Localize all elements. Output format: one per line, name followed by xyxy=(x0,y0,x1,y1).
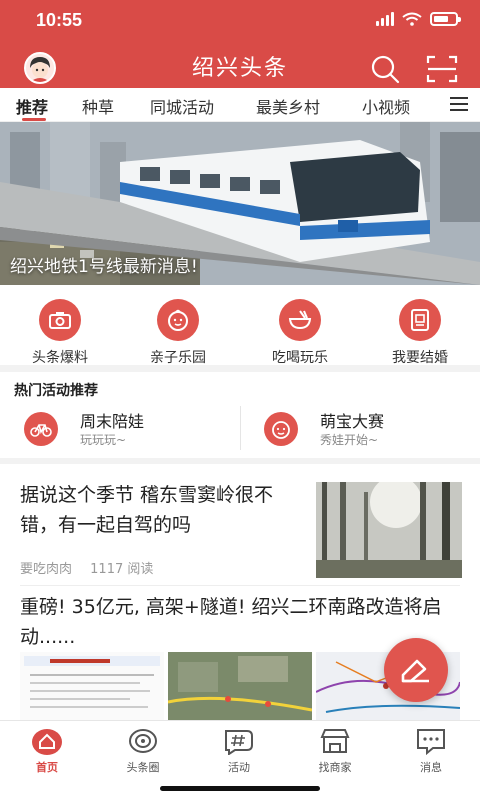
home-icon xyxy=(29,725,65,757)
status-bar: 10:55 xyxy=(0,0,480,42)
tabbar-activities[interactable]: 活动 xyxy=(204,725,274,775)
camera-icon xyxy=(39,299,81,341)
tabbar-messages[interactable]: 消息 xyxy=(396,725,466,775)
hashtag-icon xyxy=(221,725,257,757)
scan-icon[interactable] xyxy=(426,54,458,84)
tabbar-label: 消息 xyxy=(420,761,442,774)
article-author: 要吃肉肉 xyxy=(20,562,73,577)
news-article[interactable]: 据说这个季节 稽东雪窦岭很不错，有一起自驾的吗 要吃肉肉 1117 阅读 xyxy=(20,474,462,586)
tabbar-label: 活动 xyxy=(228,761,250,774)
tab-grass[interactable]: 种草 xyxy=(82,94,114,118)
quick-link-label: 吃喝玩乐 xyxy=(272,350,328,366)
signal-icon xyxy=(376,12,394,26)
app-header: 10:55 绍兴头条 xyxy=(0,0,480,88)
baby-face-icon xyxy=(157,299,199,341)
hero-caption: 绍兴地铁1号线最新消息! xyxy=(10,257,198,277)
article-title[interactable]: 重磅! 35亿元, 高架+隧道! 绍兴二环南路改造将启动...... xyxy=(20,592,460,652)
tabbar-stores[interactable]: 找商家 xyxy=(300,725,370,775)
message-icon xyxy=(413,725,449,757)
quick-link-wedding[interactable]: 我要结婚 xyxy=(370,299,470,367)
hot-activity-name: 萌宝大赛 xyxy=(320,412,385,431)
wedding-icon xyxy=(399,299,441,341)
quick-link-label: 头条爆料 xyxy=(32,350,88,366)
quick-link-report[interactable]: 头条爆料 xyxy=(10,299,110,367)
tab-indicator xyxy=(22,118,46,121)
tab-city-events[interactable]: 同城活动 xyxy=(150,94,214,118)
hot-activities: 热门活动推荐 周末陪娃 玩玩玩~ 萌宝大赛 秀娃开始~ xyxy=(0,372,480,458)
tab-short-video[interactable]: 小视频 xyxy=(362,94,410,118)
article-meta: 要吃肉肉 1117 阅读 xyxy=(20,558,167,577)
home-indicator xyxy=(160,786,320,791)
quick-link-food[interactable]: 吃喝玩乐 xyxy=(250,299,350,367)
hero-banner[interactable]: 绍兴地铁1号线最新消息! xyxy=(0,122,480,285)
tabbar-circle[interactable]: 头条圈 xyxy=(108,725,178,775)
tabbar-label: 首页 xyxy=(36,761,58,774)
quick-links: 头条爆料 亲子乐园 吃喝玩乐 我要结婚 xyxy=(0,285,480,367)
bicycle-icon xyxy=(24,412,58,446)
hot-activity-sub: 玩玩玩~ xyxy=(80,433,127,447)
tabbar-label: 头条圈 xyxy=(126,761,160,774)
article-title: 据说这个季节 稽东雪窦岭很不错，有一起自驾的吗 xyxy=(20,484,274,536)
category-tabs: 推荐 种草 同城活动 最美乡村 小视频 xyxy=(0,88,480,122)
hot-activity-sub: 秀娃开始~ xyxy=(320,433,379,447)
tab-recommend[interactable]: 推荐 xyxy=(16,94,48,118)
hot-activity-name: 周末陪娃 xyxy=(80,412,145,431)
article-thumbnail xyxy=(20,652,164,720)
wifi-icon xyxy=(402,12,422,26)
hot-activities-title: 热门活动推荐 xyxy=(14,383,98,399)
app-title: 绍兴头条 xyxy=(191,56,288,81)
tab-villages[interactable]: 最美乡村 xyxy=(256,94,320,118)
baby-face-icon xyxy=(264,412,298,446)
status-icons xyxy=(376,12,461,26)
quick-link-label: 我要结婚 xyxy=(392,350,448,366)
battery-icon xyxy=(430,12,461,26)
divider xyxy=(240,406,241,450)
store-icon xyxy=(317,725,353,757)
menu-icon[interactable] xyxy=(450,97,468,111)
article-reads: 1117 阅读 xyxy=(90,562,154,577)
tabbar-home[interactable]: 首页 xyxy=(12,725,82,775)
search-icon[interactable] xyxy=(370,54,400,84)
quick-link-kids[interactable]: 亲子乐园 xyxy=(128,299,228,367)
hot-activity-weekend[interactable]: 周末陪娃 玩玩玩~ xyxy=(24,406,224,454)
article-thumbnail xyxy=(168,652,312,720)
bowl-icon xyxy=(279,299,321,341)
post-button[interactable] xyxy=(384,638,448,702)
hot-activity-baby-contest[interactable]: 萌宝大赛 秀娃开始~ xyxy=(264,406,464,454)
tabbar-label: 找商家 xyxy=(318,761,352,774)
circle-icon xyxy=(125,725,161,757)
status-time: 10:55 xyxy=(36,10,83,30)
article-thumbnail xyxy=(316,482,462,578)
edit-icon xyxy=(401,659,429,683)
quick-link-label: 亲子乐园 xyxy=(150,350,206,366)
